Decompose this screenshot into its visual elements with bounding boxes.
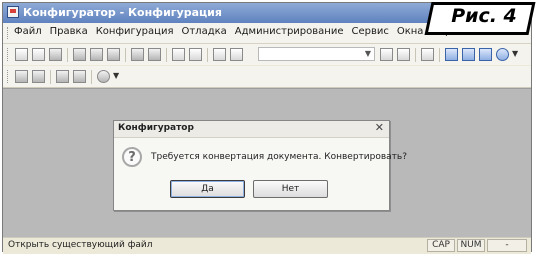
save-icon[interactable]: [49, 48, 62, 61]
menu-file[interactable]: Файл: [13, 26, 43, 37]
toolbar-grip: [7, 48, 10, 61]
tree-icon[interactable]: [15, 70, 28, 83]
copy-icon[interactable]: [90, 48, 103, 61]
figure-label: Рис. 4: [451, 5, 517, 27]
zoom-icon[interactable]: [230, 48, 243, 61]
print-icon[interactable]: [131, 48, 144, 61]
grid-icon[interactable]: [73, 70, 86, 83]
redo-icon[interactable]: [189, 48, 202, 61]
status-extra: -: [487, 239, 527, 252]
app-icon: [7, 6, 19, 18]
toolbar-separator: [166, 48, 167, 62]
debug-icon[interactable]: [445, 48, 458, 61]
find-icon[interactable]: [213, 48, 226, 61]
toolbar-grip: [7, 70, 10, 83]
num-indicator: NUM: [457, 239, 485, 252]
chevron-down-icon[interactable]: ▼: [363, 49, 373, 59]
help-topics-icon[interactable]: [479, 48, 492, 61]
menu-grip: [7, 27, 10, 39]
window-icon[interactable]: [421, 48, 434, 61]
search-next-icon[interactable]: [380, 48, 393, 61]
dialog-message: Требуется конвертация документа. Конверт…: [151, 152, 407, 162]
status-text: Открыть существующий файл: [8, 240, 153, 250]
print-preview-icon[interactable]: [148, 48, 161, 61]
new-document-icon[interactable]: [15, 48, 28, 61]
toolbar-chevron-icon[interactable]: ▼: [512, 49, 518, 58]
menu-configuration[interactable]: Конфигурация: [95, 26, 175, 37]
undo-icon[interactable]: [172, 48, 185, 61]
menu-service[interactable]: Сервис: [350, 26, 389, 37]
search-combo[interactable]: ▼: [258, 47, 375, 61]
dialog-title: Конфигуратор: [118, 123, 194, 133]
dialog-title-bar: Конфигуратор ✕: [114, 121, 389, 138]
status-bar: Открыть существующий файл CAP NUM -: [3, 237, 531, 254]
module-icon[interactable]: [56, 70, 69, 83]
yes-button[interactable]: Да: [170, 180, 245, 198]
close-icon[interactable]: ✕: [375, 122, 384, 134]
help-icon[interactable]: [462, 48, 475, 61]
toolbar-separator: [439, 48, 440, 62]
search-prev-icon[interactable]: [397, 48, 410, 61]
toolbar-separator: [67, 48, 68, 62]
confirm-dialog: Конфигуратор ✕ ? Требуется конвертация д…: [113, 120, 407, 211]
menu-edit[interactable]: Правка: [49, 26, 89, 37]
list-icon[interactable]: [32, 70, 45, 83]
secondary-toolbar: ▼: [3, 66, 531, 88]
menu-administration[interactable]: Администрирование: [234, 26, 345, 37]
menu-debug[interactable]: Отладка: [180, 26, 227, 37]
caps-indicator: CAP: [427, 239, 455, 252]
open-folder-icon[interactable]: [32, 48, 45, 61]
no-button[interactable]: Нет: [253, 180, 328, 198]
toolbar-separator: [91, 70, 92, 84]
question-icon: ?: [122, 147, 142, 167]
window-title: Конфигуратор - Конфигурация: [23, 6, 222, 19]
toolbar-separator: [50, 70, 51, 84]
main-toolbar: ▼ ▼: [3, 44, 531, 65]
play-icon[interactable]: [97, 70, 110, 83]
play-chevron-icon[interactable]: ▼: [113, 71, 119, 80]
info-icon[interactable]: [496, 48, 509, 61]
toolbar-separator: [125, 48, 126, 62]
toolbar-separator: [415, 48, 416, 62]
menu-windows[interactable]: Окна: [396, 26, 425, 37]
toolbar-separator: [207, 48, 208, 62]
paste-icon[interactable]: [107, 48, 120, 61]
cut-icon[interactable]: [73, 48, 86, 61]
